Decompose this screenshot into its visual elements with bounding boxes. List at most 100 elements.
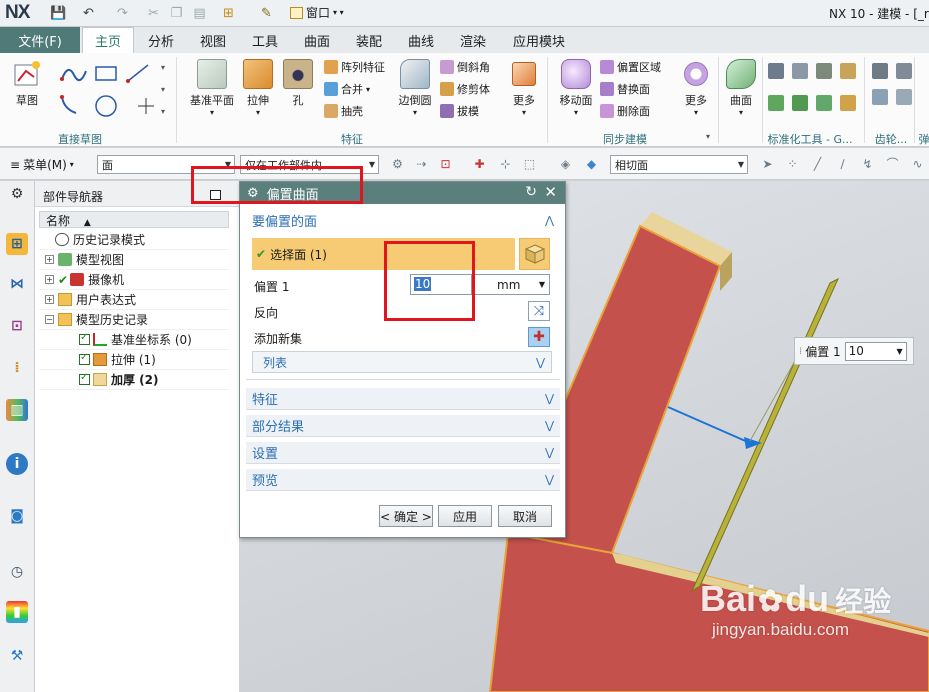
tab-render[interactable]: 渲染 — [450, 27, 496, 53]
window-menu[interactable]: 窗口 ▾ ▾ — [290, 4, 344, 21]
edge-blend-button[interactable]: 边倒圆 ▾ — [394, 59, 436, 117]
nav-row-model-history[interactable]: − 模型历史记录 — [39, 310, 229, 330]
add-new-set-button[interactable]: ✚ — [528, 327, 550, 347]
rectangle-select-icon[interactable]: ⬚ — [522, 156, 537, 171]
tab-view[interactable]: 视图 — [190, 27, 236, 53]
settings-section-header[interactable]: 设置 ⋁ — [246, 442, 560, 464]
pattern-feature-button[interactable]: 阵列特征 — [324, 59, 385, 75]
ok-button[interactable]: < 确定 > — [379, 505, 433, 527]
select-point-icon[interactable]: ✚ — [472, 156, 487, 171]
save-icon[interactable]: 💾 — [50, 5, 67, 22]
extrude-button[interactable]: 拉伸 ▾ — [240, 59, 276, 117]
snap-icon[interactable]: ⚙ — [390, 156, 405, 171]
visibility-checkbox[interactable] — [79, 372, 90, 385]
nav-row-camera[interactable]: + ✔ 摄像机 — [39, 270, 229, 290]
chamfer-button[interactable]: 倒斜角 — [440, 59, 490, 75]
snap-line-icon[interactable]: ╱ — [810, 156, 825, 171]
draft-button[interactable]: 拔模 — [440, 103, 490, 119]
select-feature-icon[interactable]: ⊡ — [438, 156, 453, 171]
nav-row-history-mode[interactable]: 历史记录模式 — [39, 230, 229, 250]
surface-button[interactable]: 曲面 ▾ — [724, 59, 758, 117]
snap-tangent-icon[interactable]: ∕ — [835, 156, 850, 171]
cancel-button[interactable]: 取消 — [498, 505, 552, 527]
offset-region-button[interactable]: 偏置区域 — [600, 59, 661, 75]
reuse-library-icon[interactable]: ⁞ — [6, 357, 28, 379]
close-icon[interactable]: ✕ — [544, 183, 557, 201]
tab-curve[interactable]: 曲线 — [398, 27, 444, 53]
partial-results-section-header[interactable]: 部分结果 ⋁ — [246, 415, 560, 437]
cut-icon[interactable]: ✂ — [145, 5, 162, 22]
tab-analysis[interactable]: 分析 — [138, 27, 184, 53]
gear-tool-icon[interactable] — [896, 63, 912, 79]
select-filter-icon[interactable]: ⇢ — [414, 156, 429, 171]
face-selector-button[interactable] — [519, 238, 550, 270]
drag-handle-icon[interactable]: ⁞ — [799, 346, 802, 357]
sync-group-dropdown[interactable]: ▾ — [706, 132, 710, 141]
snap-wave-icon[interactable]: ∿ — [910, 156, 925, 171]
nav-row-model-views[interactable]: + 模型视图 — [39, 250, 229, 270]
nav-row-thicken[interactable]: 加厚 (2) — [39, 370, 229, 390]
feature-more-button[interactable]: 更多 ▾ — [508, 59, 540, 117]
select-curve-icon[interactable]: ⊹ — [498, 156, 513, 171]
reverse-direction-button[interactable]: ⤨ — [528, 301, 550, 321]
gc-tool-icon[interactable] — [816, 63, 832, 79]
settings-gear-icon[interactable]: ⚙ — [6, 183, 28, 205]
navigator-column-header[interactable]: 名称 ▲ — [39, 211, 229, 228]
expand-icon[interactable]: + — [45, 295, 54, 304]
visibility-checkbox[interactable] — [79, 352, 90, 365]
reset-icon[interactable]: ↻ — [525, 184, 537, 200]
gc-tool-icon[interactable] — [768, 63, 784, 79]
face-rule-select[interactable]: 相切面 ▼ — [610, 155, 748, 174]
history-clock-icon[interactable]: ◷ — [6, 561, 28, 583]
delete-face-button[interactable]: 删除面 — [600, 103, 661, 119]
sync-more-button[interactable]: 更多 ▾ — [680, 59, 712, 117]
replace-face-button[interactable]: 替换面 — [600, 81, 661, 97]
nav-row-extrude[interactable]: 拉伸 (1) — [39, 350, 229, 370]
repeat-command-icon[interactable]: ⊞ — [220, 5, 237, 22]
unit-select[interactable]: mm ▼ — [474, 274, 550, 295]
undo-icon[interactable]: ↶ — [80, 5, 97, 22]
gear-tool-icon[interactable] — [872, 89, 888, 105]
snap-grid-icon[interactable]: ⁘ — [785, 156, 800, 171]
web-browser-icon[interactable]: ◙ — [6, 505, 28, 527]
gear-tool-icon[interactable] — [872, 63, 888, 79]
sketch-button[interactable]: 草图 — [8, 59, 46, 108]
hole-button[interactable]: 孔 — [282, 59, 314, 108]
tab-tools[interactable]: 工具 — [242, 27, 288, 53]
system-materials-icon[interactable]: ⚒ — [6, 645, 28, 667]
trim-body-button[interactable]: 修剪体 — [440, 81, 490, 97]
role-library-icon[interactable]: ▥ — [6, 399, 28, 421]
menu-button[interactable]: ≡ 菜单(M) ▾ — [10, 156, 74, 173]
gc-tool-icon[interactable] — [840, 63, 856, 79]
expand-icon[interactable]: + — [45, 275, 54, 284]
tab-surface[interactable]: 曲面 — [294, 27, 340, 53]
info-web-icon[interactable]: i — [6, 453, 28, 475]
constraint-navigator-icon[interactable]: ⋈ — [6, 273, 28, 295]
preview-section-header[interactable]: 预览 ⋁ — [246, 469, 560, 491]
tab-file[interactable]: 文件(F) — [0, 27, 80, 53]
nav-row-datum-csys[interactable]: 基准坐标系 (0) — [39, 330, 229, 350]
gc-tool-icon[interactable] — [768, 95, 784, 111]
touch-mode-icon[interactable]: ✎ — [258, 5, 275, 22]
redo-icon[interactable]: ↷ — [114, 5, 131, 22]
part-navigator-icon[interactable]: ⊡ — [6, 315, 28, 337]
snap-arc-icon[interactable]: ⌒ — [885, 156, 900, 171]
snap-arrow-icon[interactable]: ➤ — [760, 156, 775, 171]
body-select-icon[interactable]: ◆ — [584, 156, 599, 171]
apply-button[interactable]: 应用 — [438, 505, 492, 527]
collapse-icon[interactable]: − — [45, 315, 54, 324]
datum-plane-button[interactable]: 基准平面 ▾ — [188, 59, 236, 117]
assembly-navigator-icon[interactable]: ⊞ — [6, 233, 28, 255]
sketch-more-arrows[interactable]: ▾ ▾ ▾ — [161, 57, 165, 123]
gc-tool-icon[interactable] — [840, 95, 856, 111]
shell-button[interactable]: 抽壳 — [324, 103, 385, 119]
copy-icon[interactable]: ❐ — [168, 5, 185, 22]
move-face-button[interactable]: 移动面 ▾ — [557, 59, 595, 117]
feature-section-header[interactable]: 特征 ⋁ — [246, 388, 560, 410]
nav-row-user-expressions[interactable]: + 用户表达式 — [39, 290, 229, 310]
palette-icon[interactable]: ▮ — [6, 601, 28, 623]
offset-screen-value-field[interactable]: 10 ▼ — [844, 341, 907, 361]
tab-application[interactable]: 应用模块 — [502, 27, 576, 53]
gc-tool-icon[interactable] — [792, 63, 808, 79]
tab-assembly[interactable]: 装配 — [346, 27, 392, 53]
